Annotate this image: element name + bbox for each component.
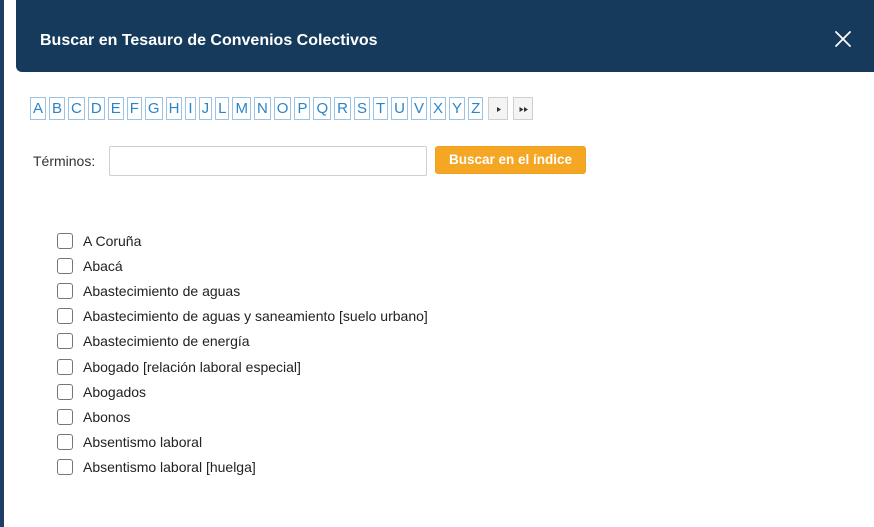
- term-checkbox[interactable]: [57, 434, 73, 451]
- term-checkbox[interactable]: [57, 358, 73, 375]
- term-item: Absentismo laboral: [57, 430, 428, 455]
- term-label[interactable]: Abogado [relación laboral especial]: [83, 359, 301, 375]
- close-icon: [835, 31, 851, 47]
- letter-y-link[interactable]: Y: [449, 97, 466, 120]
- letter-b-link[interactable]: B: [49, 97, 66, 120]
- letter-m-link[interactable]: M: [232, 97, 251, 120]
- letter-p-link[interactable]: P: [294, 97, 311, 120]
- letter-t-link[interactable]: T: [373, 97, 389, 120]
- term-checkbox[interactable]: [57, 232, 73, 249]
- alphabet-index: ABCDEFGHIJLMNOPQRSTUVXYZ: [30, 97, 536, 120]
- letter-u-link[interactable]: U: [391, 97, 409, 120]
- term-item: Abastecimiento de energía: [57, 329, 428, 354]
- search-index-button[interactable]: Buscar en el índice: [435, 146, 586, 174]
- term-label[interactable]: Absentismo laboral: [83, 434, 202, 450]
- letter-a-link[interactable]: A: [30, 97, 47, 120]
- letter-q-link[interactable]: Q: [313, 97, 332, 120]
- dialog-title: Buscar en Tesauro de Convenios Colectivo…: [40, 32, 378, 49]
- letter-z-link[interactable]: Z: [468, 97, 484, 120]
- term-item: Absentismo laboral [huelga]: [57, 455, 428, 480]
- background-panel-edge: [0, 0, 4, 527]
- terms-input[interactable]: [109, 146, 427, 176]
- term-label[interactable]: A Coruña: [83, 233, 141, 249]
- letter-j-link[interactable]: J: [198, 97, 213, 120]
- term-item: Abonos: [57, 404, 428, 429]
- letter-e-link[interactable]: E: [107, 97, 124, 120]
- term-item: Abastecimiento de aguas: [57, 278, 428, 303]
- letter-l-link[interactable]: L: [215, 97, 230, 120]
- term-item: Abogado [relación laboral especial]: [57, 354, 428, 379]
- letter-i-link[interactable]: I: [185, 97, 196, 120]
- letter-v-link[interactable]: V: [411, 97, 428, 120]
- letter-s-link[interactable]: S: [353, 97, 370, 120]
- term-label[interactable]: Abastecimiento de energía: [83, 333, 250, 349]
- close-button[interactable]: [833, 29, 853, 49]
- term-item: Abastecimiento de aguas y saneamiento [s…: [57, 304, 428, 329]
- letter-d-link[interactable]: D: [87, 97, 105, 120]
- letter-c-link[interactable]: C: [68, 97, 85, 120]
- letter-h-link[interactable]: H: [165, 97, 183, 120]
- term-label[interactable]: Absentismo laboral [huelga]: [83, 459, 256, 475]
- letter-o-link[interactable]: O: [273, 97, 292, 120]
- term-label[interactable]: Abogados: [83, 384, 146, 400]
- term-item: A Coruña: [57, 228, 428, 253]
- last-page-button[interactable]: [513, 97, 534, 120]
- terms-list: A Coruña Abacá Abastecimiento de aguas Abas…: [57, 228, 428, 480]
- terms-label: Términos:: [33, 153, 96, 169]
- term-checkbox[interactable]: [57, 383, 73, 400]
- letter-x-link[interactable]: X: [430, 97, 447, 120]
- letter-g-link[interactable]: G: [144, 97, 163, 120]
- letter-n-link[interactable]: N: [253, 97, 271, 120]
- term-checkbox[interactable]: [57, 308, 73, 325]
- letter-f-link[interactable]: F: [126, 97, 142, 120]
- last-page-icon: [519, 107, 529, 112]
- next-page-button[interactable]: [488, 97, 509, 120]
- term-label[interactable]: Abastecimiento de aguas y saneamiento [s…: [83, 308, 428, 324]
- term-checkbox[interactable]: [57, 459, 73, 476]
- dialog-header: Buscar en Tesauro de Convenios Colectivo…: [16, 0, 874, 72]
- term-checkbox[interactable]: [57, 282, 73, 299]
- term-checkbox[interactable]: [57, 257, 73, 274]
- next-page-icon: [497, 107, 502, 112]
- letter-r-link[interactable]: R: [334, 97, 351, 120]
- thesaurus-search-dialog: Buscar en Tesauro de Convenios Colectivo…: [16, 0, 874, 527]
- term-label[interactable]: Abastecimiento de aguas: [83, 283, 240, 299]
- term-item: Abacá: [57, 253, 428, 278]
- term-label[interactable]: Abacá: [83, 258, 123, 274]
- term-checkbox[interactable]: [57, 333, 73, 350]
- term-label[interactable]: Abonos: [83, 409, 130, 425]
- term-item: Abogados: [57, 379, 428, 404]
- term-checkbox[interactable]: [57, 408, 73, 425]
